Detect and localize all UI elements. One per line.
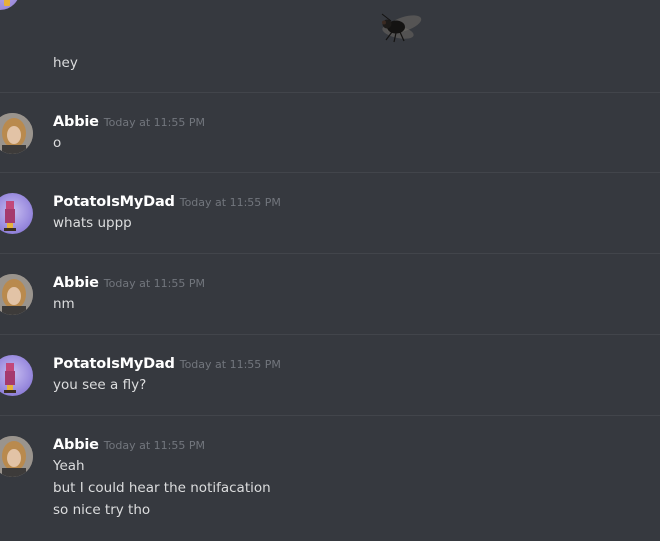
avatar-photo bbox=[0, 274, 33, 315]
abbie-avatar[interactable] bbox=[0, 113, 33, 154]
message-divider bbox=[0, 334, 660, 335]
timestamp: Today at 11:55 PM bbox=[179, 358, 281, 371]
avatar-photo bbox=[4, 363, 16, 393]
message-divider bbox=[0, 415, 660, 416]
message-header: PotatoIsMyDad Today at 11:55 PM bbox=[53, 191, 281, 210]
message-text: but I could hear the notifacation bbox=[53, 480, 271, 496]
message-header: PotatoIsMyDad Today at 11:55 PM bbox=[53, 353, 281, 372]
username[interactable]: Abbie bbox=[53, 114, 99, 130]
message-text: hey bbox=[53, 55, 78, 71]
username[interactable]: Abbie bbox=[53, 275, 99, 291]
message-divider bbox=[0, 253, 660, 254]
chat-message-list: hey Abbie Today at 11:55 PM o PotatoIsMy… bbox=[0, 0, 660, 541]
avatar-figure bbox=[4, 0, 10, 6]
message-text: so nice try tho bbox=[53, 502, 151, 518]
potato-avatar[interactable] bbox=[0, 355, 33, 396]
username[interactable]: Abbie bbox=[53, 437, 99, 453]
timestamp: Today at 11:55 PM bbox=[179, 196, 281, 209]
message-text: Yeah bbox=[53, 458, 85, 474]
message-text: whats uppp bbox=[53, 215, 132, 231]
message-text: nm bbox=[53, 296, 75, 312]
avatar-photo bbox=[0, 113, 33, 154]
abbie-avatar[interactable] bbox=[0, 436, 33, 477]
abbie-avatar[interactable] bbox=[0, 274, 33, 315]
message-divider bbox=[0, 92, 660, 93]
potato-avatar[interactable] bbox=[0, 0, 20, 10]
username[interactable]: PotatoIsMyDad bbox=[53, 194, 175, 210]
message-header: Abbie Today at 11:55 PM bbox=[53, 272, 205, 291]
timestamp: Today at 11:55 PM bbox=[103, 277, 205, 290]
potato-avatar[interactable] bbox=[0, 193, 33, 234]
message-divider bbox=[0, 172, 660, 173]
message-header: Abbie Today at 11:55 PM bbox=[53, 111, 205, 130]
message-text: you see a fly? bbox=[53, 377, 147, 393]
timestamp: Today at 11:55 PM bbox=[103, 116, 205, 129]
avatar-photo bbox=[0, 436, 33, 477]
message-header: Abbie Today at 11:55 PM bbox=[53, 434, 205, 453]
timestamp: Today at 11:55 PM bbox=[103, 439, 205, 452]
message-text: o bbox=[53, 135, 62, 151]
fly-image bbox=[381, 13, 422, 43]
username[interactable]: PotatoIsMyDad bbox=[53, 356, 175, 372]
avatar-photo bbox=[4, 201, 16, 231]
